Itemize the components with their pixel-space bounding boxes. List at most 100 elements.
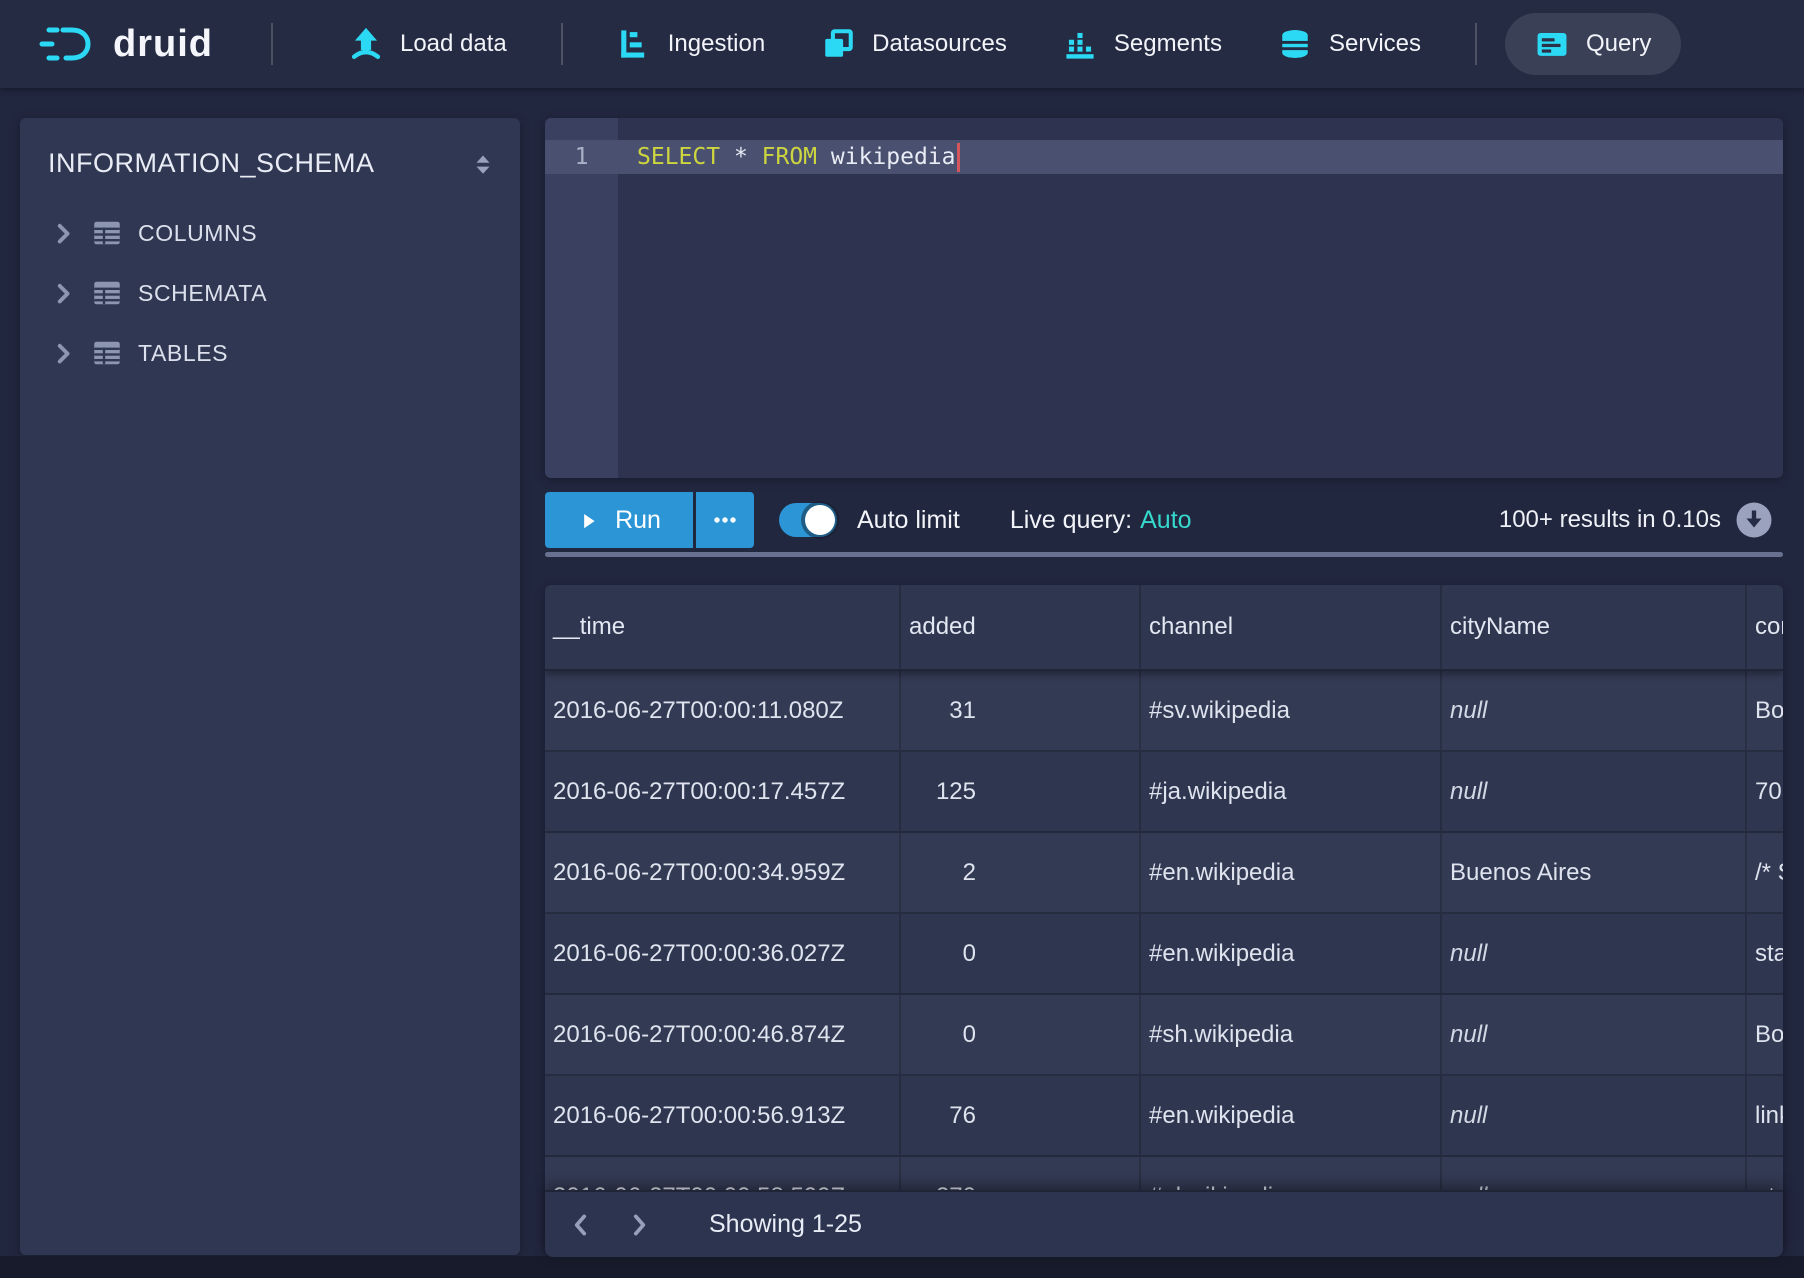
cell-__time[interactable]: 2016-06-27T00:00:56.913Z (545, 1076, 901, 1155)
download-icon[interactable] (1735, 501, 1773, 539)
cell-__time[interactable]: 2016-06-27T00:00:34.959Z (545, 833, 901, 912)
chevron-right-icon[interactable] (50, 340, 76, 366)
nav-item-label: Query (1586, 30, 1651, 58)
query-progress-bar (545, 552, 1783, 557)
nav-item-segments[interactable]: Segments (1063, 27, 1222, 61)
druid-logo-icon (35, 22, 101, 66)
cell-channel[interactable]: #ja.wikipedia (1141, 752, 1442, 831)
run-button[interactable]: Run (545, 492, 693, 548)
column-header-cityname[interactable]: cityName (1442, 585, 1747, 669)
cell-channel[interactable]: #sv.wikipedia (1141, 671, 1442, 750)
tree-item-columns[interactable]: COLUMNS (20, 203, 520, 263)
druid-logo[interactable]: druid (35, 22, 213, 66)
navbar: druid Load data Ingestion (0, 0, 1804, 88)
cell-com[interactable]: Bo (1747, 671, 1783, 750)
next-page-button[interactable] (617, 1203, 661, 1247)
nav-item-label: Datasources (872, 30, 1007, 58)
table-row: 2016-06-27T00:00:36.027Z0#en.wikipedianu… (545, 914, 1783, 995)
table-row: 2016-06-27T00:00:34.959Z2#en.wikipediaBu… (545, 833, 1783, 914)
sql-token: SELECT (637, 144, 720, 170)
datasources-icon (821, 27, 855, 61)
chevron-right-icon[interactable] (50, 280, 76, 306)
cell-__time[interactable]: 2016-06-27T00:00:46.874Z (545, 995, 901, 1074)
cell-__time[interactable]: 2016-06-27T00:00:36.027Z (545, 914, 901, 993)
results-header: __time added channel cityName com (545, 585, 1783, 671)
tree-item-schemata[interactable]: SCHEMATA (20, 263, 520, 323)
table-row: 2016-06-27T00:00:17.457Z125#ja.wikipedia… (545, 752, 1783, 833)
nav-item-load-data[interactable]: Load data (349, 27, 507, 61)
sql-token: FROM (762, 144, 817, 170)
table-row: 2016-06-27T00:00:56.913Z76#en.wikipedian… (545, 1076, 1783, 1157)
cell-added[interactable]: 0 (901, 914, 1141, 993)
segments-icon (1063, 27, 1097, 61)
cell-added[interactable]: 125 (901, 752, 1141, 831)
query-icon (1535, 27, 1569, 61)
schema-tree: COLUMNS SCHEMATA (20, 203, 520, 383)
pagination-bar: Showing 1-25 (545, 1190, 1783, 1257)
schema-header[interactable]: INFORMATION_SCHEMA (20, 118, 520, 187)
cell-channel[interactable]: #sh.wikipedia (1141, 995, 1442, 1074)
run-label: Run (615, 506, 661, 535)
auto-limit-label: Auto limit (857, 506, 960, 535)
column-header-added[interactable]: added (901, 585, 1141, 669)
schema-sidebar: INFORMATION_SCHEMA (20, 118, 520, 1255)
table-icon (92, 338, 122, 368)
services-icon (1278, 27, 1312, 61)
sql-editor[interactable]: 1 SELECT * FROM wikipedia (545, 118, 1783, 478)
cell-cityName[interactable]: null (1442, 914, 1747, 993)
table-icon (92, 278, 122, 308)
cell-com[interactable]: 70. (1747, 752, 1783, 831)
tree-item-label: TABLES (138, 340, 228, 367)
column-header-comment[interactable]: com (1747, 585, 1783, 669)
upload-icon (349, 27, 383, 61)
nav-item-query[interactable]: Query (1505, 13, 1681, 75)
run-toolbar: Run Auto limit Live query:Auto 100+ resu… (545, 492, 1783, 548)
double-caret-vertical-icon[interactable] (470, 151, 496, 177)
cell-channel[interactable]: #en.wikipedia (1141, 1076, 1442, 1155)
text-cursor (957, 143, 960, 172)
cell-cityName[interactable]: null (1442, 752, 1747, 831)
cell-channel[interactable]: #en.wikipedia (1141, 914, 1442, 993)
table-row: 2016-06-27T00:00:46.874Z0#sh.wikipedianu… (545, 995, 1783, 1076)
cell-channel[interactable]: #en.wikipedia (1141, 833, 1442, 912)
cell-added[interactable]: 31 (901, 671, 1141, 750)
run-more-button[interactable] (696, 492, 754, 548)
tree-item-label: COLUMNS (138, 220, 257, 247)
nav-item-label: Load data (400, 30, 507, 58)
cell-cityName[interactable]: null (1442, 671, 1747, 750)
cell-com[interactable]: sta (1747, 914, 1783, 993)
cell-added[interactable]: 2 (901, 833, 1141, 912)
cell-com[interactable]: /* S (1747, 833, 1783, 912)
druid-console: druid Load data Ingestion (0, 0, 1804, 1278)
cell-__time[interactable]: 2016-06-27T00:00:11.080Z (545, 671, 901, 750)
showing-label: Showing 1-25 (709, 1210, 862, 1239)
column-header-time[interactable]: __time (545, 585, 901, 669)
sql-line: SELECT * FROM wikipedia (637, 140, 960, 174)
nav-item-ingestion[interactable]: Ingestion (617, 27, 765, 61)
cell-__time[interactable]: 2016-06-27T00:00:17.457Z (545, 752, 901, 831)
ingestion-icon (617, 27, 651, 61)
nav-separator (271, 23, 273, 65)
chevron-right-icon[interactable] (50, 220, 76, 246)
nav-item-label: Ingestion (668, 30, 765, 58)
results-body: 2016-06-27T00:00:11.080Z31#sv.wikipedian… (545, 671, 1783, 1238)
prev-page-button[interactable] (559, 1203, 603, 1247)
column-header-channel[interactable]: channel (1141, 585, 1442, 669)
tree-item-tables[interactable]: TABLES (20, 323, 520, 383)
nav-item-services[interactable]: Services (1278, 27, 1421, 61)
cell-com[interactable]: Bo (1747, 995, 1783, 1074)
tree-item-label: SCHEMATA (138, 280, 267, 307)
sql-token: wikipedia (817, 144, 955, 170)
cell-added[interactable]: 76 (901, 1076, 1141, 1155)
auto-limit-toggle[interactable] (779, 503, 837, 537)
live-query-value[interactable]: Auto (1140, 506, 1191, 534)
nav-separator (561, 23, 563, 65)
cell-com[interactable]: link (1747, 1076, 1783, 1155)
sql-tokens: SELECT * FROM wikipedia (637, 144, 956, 170)
cell-cityName[interactable]: null (1442, 995, 1747, 1074)
logo-text: druid (113, 23, 213, 66)
nav-item-datasources[interactable]: Datasources (821, 27, 1007, 61)
cell-cityName[interactable]: null (1442, 1076, 1747, 1155)
cell-cityName[interactable]: Buenos Aires (1442, 833, 1747, 912)
cell-added[interactable]: 0 (901, 995, 1141, 1074)
